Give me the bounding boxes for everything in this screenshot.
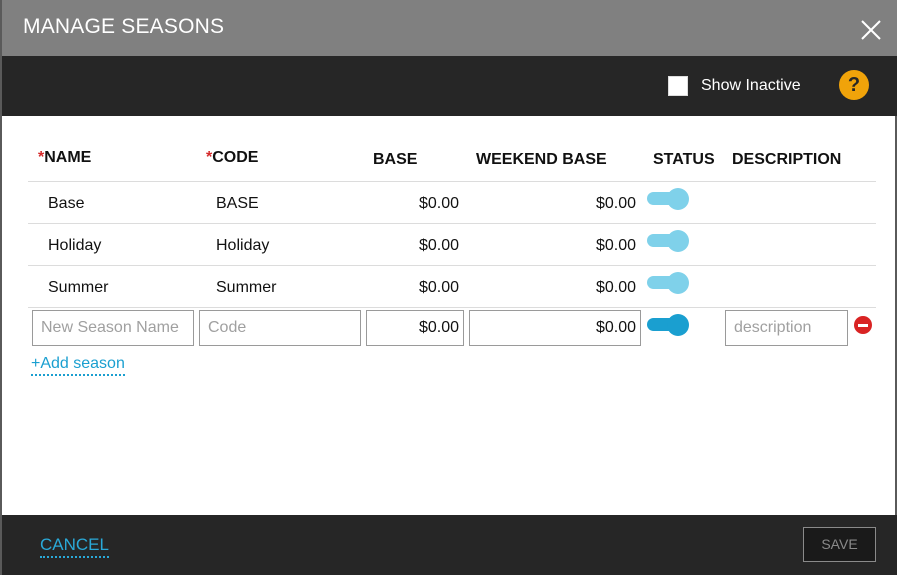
status-toggle[interactable] [647,230,689,252]
row-divider [28,307,876,308]
season-code: Holiday [216,237,270,254]
status-toggle[interactable] [647,272,689,294]
column-header-base: BASE [373,151,418,168]
show-inactive-label: Show Inactive [701,77,801,94]
column-header-code: *CODE [206,149,259,166]
row-divider [28,181,876,182]
add-season-link[interactable]: +Add season [31,355,125,376]
season-weekend-base: $0.00 [595,195,636,212]
dialog-title-bar: MANAGE SEASONS [2,0,897,56]
show-inactive-checkbox[interactable] [668,76,688,96]
season-weekend-base: $0.00 [595,279,636,296]
row-divider [28,223,876,224]
new-season-name-input[interactable] [32,310,194,346]
save-button[interactable]: SAVE [803,527,876,562]
column-header-name: *NAME [38,149,92,166]
remove-row-icon[interactable] [854,316,872,334]
season-name: Holiday [48,237,102,254]
new-season-code-input[interactable] [199,310,361,346]
dialog-footer: CANCEL SAVE [2,515,897,575]
season-base: $0.00 [418,237,459,254]
new-season-weekend-base-input[interactable] [469,310,641,346]
season-code: BASE [216,195,259,212]
column-header-description: DESCRIPTION [732,151,842,168]
new-season-description-input[interactable] [725,310,848,346]
season-weekend-base: $0.00 [595,237,636,254]
season-base: $0.00 [418,195,459,212]
season-code: Summer [216,279,277,296]
dialog-toolbar: Show Inactive ? [2,56,897,116]
column-header-weekend-base: WEEKEND BASE [476,151,607,168]
season-base: $0.00 [418,279,459,296]
row-divider [28,265,876,266]
dialog-title: MANAGE SEASONS [23,15,225,38]
close-icon[interactable] [860,19,882,41]
column-header-status: STATUS [653,151,715,168]
status-toggle[interactable] [647,188,689,210]
season-name: Base [48,195,85,212]
new-season-base-input[interactable] [366,310,464,346]
cancel-button[interactable]: CANCEL [40,535,109,558]
help-icon[interactable]: ? [839,70,869,100]
season-name: Summer [48,279,109,296]
new-season-status-toggle[interactable] [647,314,689,336]
manage-seasons-dialog: MANAGE SEASONS Show Inactive ? *NAME *CO… [0,0,897,575]
